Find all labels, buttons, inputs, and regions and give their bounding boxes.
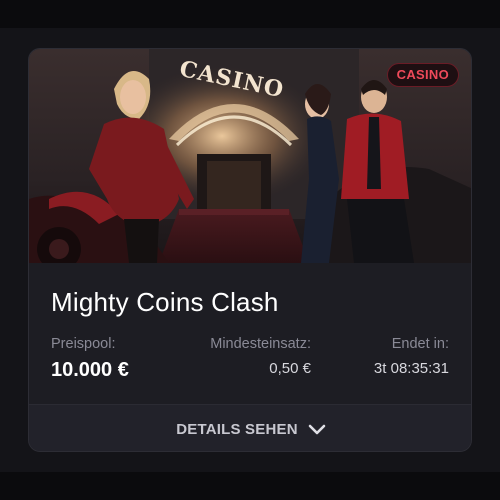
min-bet-label: Mindesteinsatz: [210,336,311,352]
bottom-strip [0,472,500,500]
prize-pool-label: Preispool: [51,336,116,352]
tournament-title: Mighty Coins Clash [51,287,279,317]
ends-in-value: 3t 08:35:31 [373,360,449,377]
top-strip [0,0,500,28]
ends-in-label: Endet in: [391,336,449,352]
min-bet-value: 0,50 € [269,360,311,377]
category-badge: CASINO [386,63,459,87]
prize-pool-value: 10.000 € [51,359,129,381]
page: CASINO CASINO Mighty Coins Clash Preispo… [0,0,500,500]
tournament-card[interactable]: CASINO CASINO Mighty Coins Clash Preispo… [28,48,472,452]
chevron-down-icon [308,423,326,435]
details-button[interactable]: DETAILS SEHEN [29,404,471,451]
details-label: DETAILS SEHEN [176,420,298,438]
